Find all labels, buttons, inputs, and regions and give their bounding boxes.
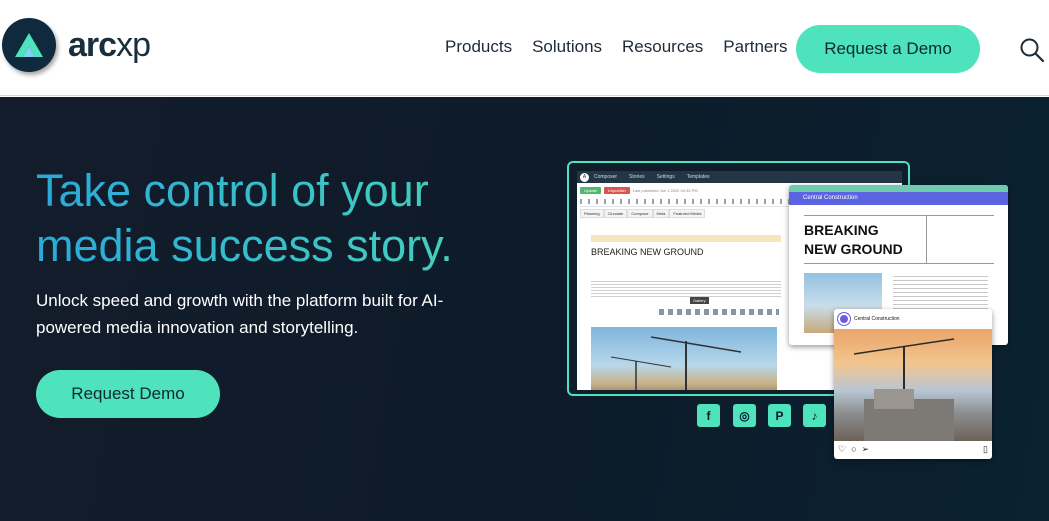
hero-section: Take control of your media success story… <box>0 97 1049 521</box>
social-post-image <box>834 329 992 441</box>
card-headline: BREAKING NEW GROUND <box>804 222 903 257</box>
avatar <box>838 313 850 325</box>
composer-menu-templates: Templates <box>686 174 710 180</box>
hero-subtitle: Unlock speed and growth with the platfor… <box>36 291 444 337</box>
tab-planning: Planning <box>580 209 604 218</box>
composer-insert-icons <box>659 309 779 315</box>
request-a-demo-button[interactable]: Request a Demo <box>796 25 980 73</box>
construction-image <box>853 338 955 441</box>
arc-logo-icon: A <box>580 172 589 182</box>
social-account-name: Central Construction <box>854 316 900 322</box>
composer-body-text <box>591 279 781 299</box>
composer-highlight <box>591 235 781 242</box>
main-nav: Products Solutions Resources Partners <box>445 37 808 57</box>
card-divider-bottom <box>804 263 994 264</box>
share-icon: ➢ <box>861 443 870 454</box>
nav-solutions[interactable]: Solutions <box>532 37 602 57</box>
logo-a-icon <box>15 33 43 57</box>
instagram-icon[interactable]: ◎ <box>733 404 756 427</box>
pinterest-icon[interactable]: P <box>768 404 791 427</box>
arcxp-logo[interactable]: arcxp <box>2 18 151 72</box>
card-body-text <box>893 273 988 309</box>
request-demo-button[interactable]: Request Demo <box>36 370 220 418</box>
nav-products[interactable]: Products <box>445 37 512 57</box>
bookmark-icon: ▯ <box>983 443 988 454</box>
composer-app-name: Composer <box>594 174 618 180</box>
publish-status: Last published Jun 1 2022 04:33 PM <box>632 187 698 193</box>
site-header: arcxp Products Solutions Resources Partn… <box>0 0 1049 96</box>
composer-topbar: A Composer Stories Settings Templates <box>577 171 902 183</box>
card-section-label: Central Construction <box>789 192 1008 205</box>
nav-resources[interactable]: Resources <box>622 37 703 57</box>
arcxp-logo-mark <box>2 18 56 72</box>
nav-partners[interactable]: Partners <box>723 37 787 57</box>
comment-icon: ○ <box>851 444 857 454</box>
tab-meta: Meta <box>652 209 670 218</box>
crane-image <box>610 336 742 390</box>
gallery-tooltip: Gallery <box>690 297 709 304</box>
unpublish-pill: Unpublish <box>603 186 630 194</box>
social-post-header: Central Construction <box>834 309 992 329</box>
social-post-actions: ♡ ○ ➢ ▯ <box>838 443 988 455</box>
logo-wordmark: arcxp <box>68 25 151 64</box>
card-vertical-divider <box>926 215 927 263</box>
hero-title: Take control of your media success story… <box>36 163 536 273</box>
tiktok-icon[interactable]: ♪ <box>803 404 826 427</box>
composer-headline: BREAKING NEW GROUND <box>591 247 704 257</box>
card-topbar <box>789 185 1008 192</box>
facebook-icon[interactable]: f <box>697 404 720 427</box>
tab-featured-media: Featured Media <box>669 209 706 218</box>
search-icon[interactable] <box>1019 37 1045 63</box>
tab-circulate: Circulate <box>603 209 628 218</box>
composer-menu-settings: Settings <box>656 174 675 180</box>
heart-icon: ♡ <box>838 443 847 454</box>
social-post-card: Central Construction ♡ ○ ➢ ▯ <box>834 309 992 459</box>
composer-menu-stories: Stories <box>629 174 645 180</box>
composer-photo <box>591 327 777 390</box>
update-pill: Update <box>580 186 601 194</box>
tab-compose: Compose <box>627 209 653 218</box>
card-divider <box>804 215 994 216</box>
